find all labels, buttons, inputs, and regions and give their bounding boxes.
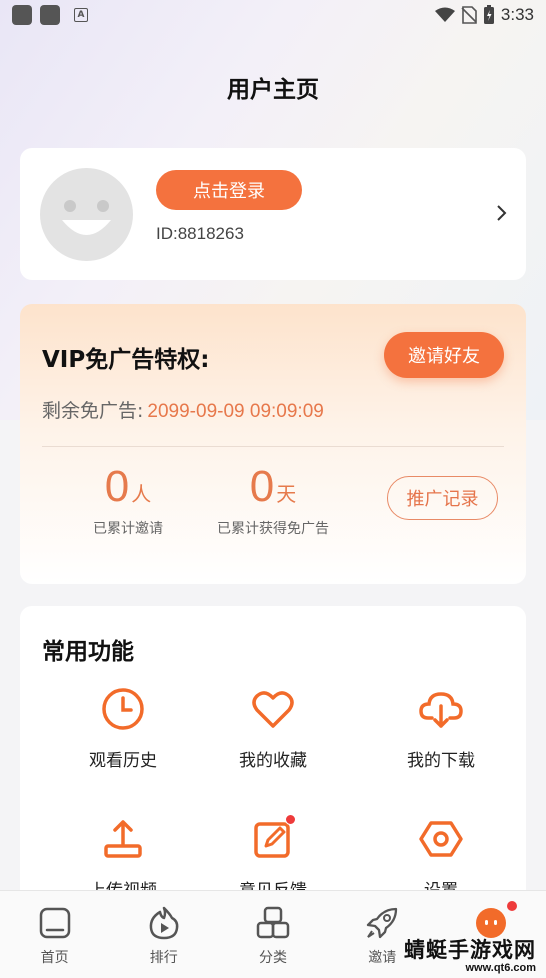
settings-icon [419, 821, 463, 857]
divider [42, 446, 504, 447]
rocket-icon [367, 907, 398, 939]
remaining-ad-free: 剩余免广告: 2099-09-09 09:09:09 [42, 396, 324, 423]
watch-history-item[interactable]: 观看历史 [48, 686, 198, 771]
func-label: 我的下载 [407, 751, 475, 771]
func-label: 我的收藏 [239, 751, 307, 771]
favorites-item[interactable]: 我的收藏 [198, 686, 348, 771]
feedback-item[interactable]: 意见反馈 [198, 814, 348, 901]
watermark-text: 蜻蜓手游戏网 [404, 938, 536, 962]
nav-category[interactable]: 分类 [218, 891, 327, 978]
functions-title: 常用功能 [42, 639, 134, 665]
page-title: 用户主页 [227, 77, 319, 103]
home-icon [39, 907, 70, 939]
battery-icon [483, 5, 494, 24]
days-unit: 天 [276, 482, 297, 506]
invited-count: 0 [104, 462, 130, 511]
clock-time: 3:33 [500, 5, 534, 24]
clock-icon [102, 688, 144, 730]
invited-stat: 0人 已累计邀请 [58, 462, 198, 538]
user-id: ID:8818263 [156, 224, 244, 243]
app-notification-icon: A [74, 8, 88, 22]
days-label: 已累计获得免广告 [217, 521, 329, 537]
nav-label: 排行 [149, 950, 178, 966]
heart-icon [252, 691, 294, 728]
settings-item[interactable]: 设置 [366, 816, 516, 901]
remaining-date: 2099-09-09 09:09:09 [147, 401, 324, 422]
chevron-right-icon[interactable] [496, 204, 508, 222]
category-icon [256, 906, 290, 939]
wifi-icon [434, 7, 455, 22]
watermark: 蜻蜓手游戏网 www.qt6.com [404, 934, 536, 974]
vip-card: VIP免广告特权: 邀请好友 剩余免广告: 2099-09-09 09:09:09… [20, 304, 526, 584]
vip-title: VIP免广告特权: [42, 347, 210, 373]
nav-ranking[interactable]: 排行 [109, 891, 218, 978]
promo-records-button[interactable]: 推广记录 [387, 476, 498, 520]
remaining-label: 剩余免广告: [42, 400, 144, 422]
notification-icon [12, 5, 32, 25]
upload-video-item[interactable]: 上传视频 [48, 816, 198, 901]
avatar[interactable] [40, 168, 133, 261]
no-sim-icon [461, 6, 477, 24]
smiley-avatar-icon [62, 200, 111, 235]
functions-card: 常用功能 观看历史 我的收藏 我的下载 [20, 606, 526, 906]
nav-label: 分类 [259, 950, 287, 966]
days-stat: 0天 已累计获得免广告 [208, 462, 338, 538]
nav-home[interactable]: 首页 [0, 891, 109, 978]
invite-friends-button[interactable]: 邀请好友 [384, 332, 504, 378]
play-fire-icon [149, 906, 179, 940]
invited-unit: 人 [131, 482, 152, 506]
login-button[interactable]: 点击登录 [156, 170, 302, 210]
days-count: 0 [249, 462, 275, 511]
notification-dot [507, 901, 518, 911]
profile-card[interactable]: 点击登录 ID:8818263 [20, 148, 526, 280]
status-bar: A 3:33 [0, 0, 546, 30]
notification-icon [40, 5, 60, 25]
cloud-download-icon [419, 692, 463, 728]
func-label: 观看历史 [89, 751, 157, 771]
downloads-item[interactable]: 我的下载 [366, 686, 516, 771]
notification-dot [285, 814, 296, 825]
nav-label: 首页 [40, 950, 69, 966]
upload-icon [104, 820, 142, 858]
invited-label: 已累计邀请 [93, 521, 163, 537]
